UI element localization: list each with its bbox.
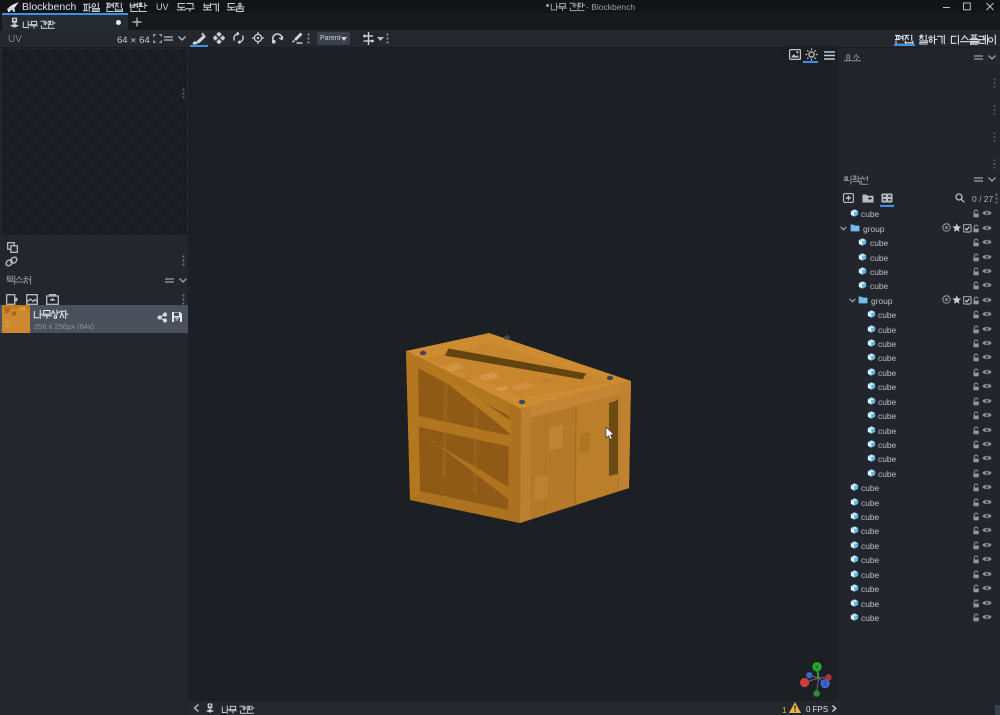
svg-text:Z: Z xyxy=(823,681,827,688)
svg-text:X: X xyxy=(815,664,820,671)
